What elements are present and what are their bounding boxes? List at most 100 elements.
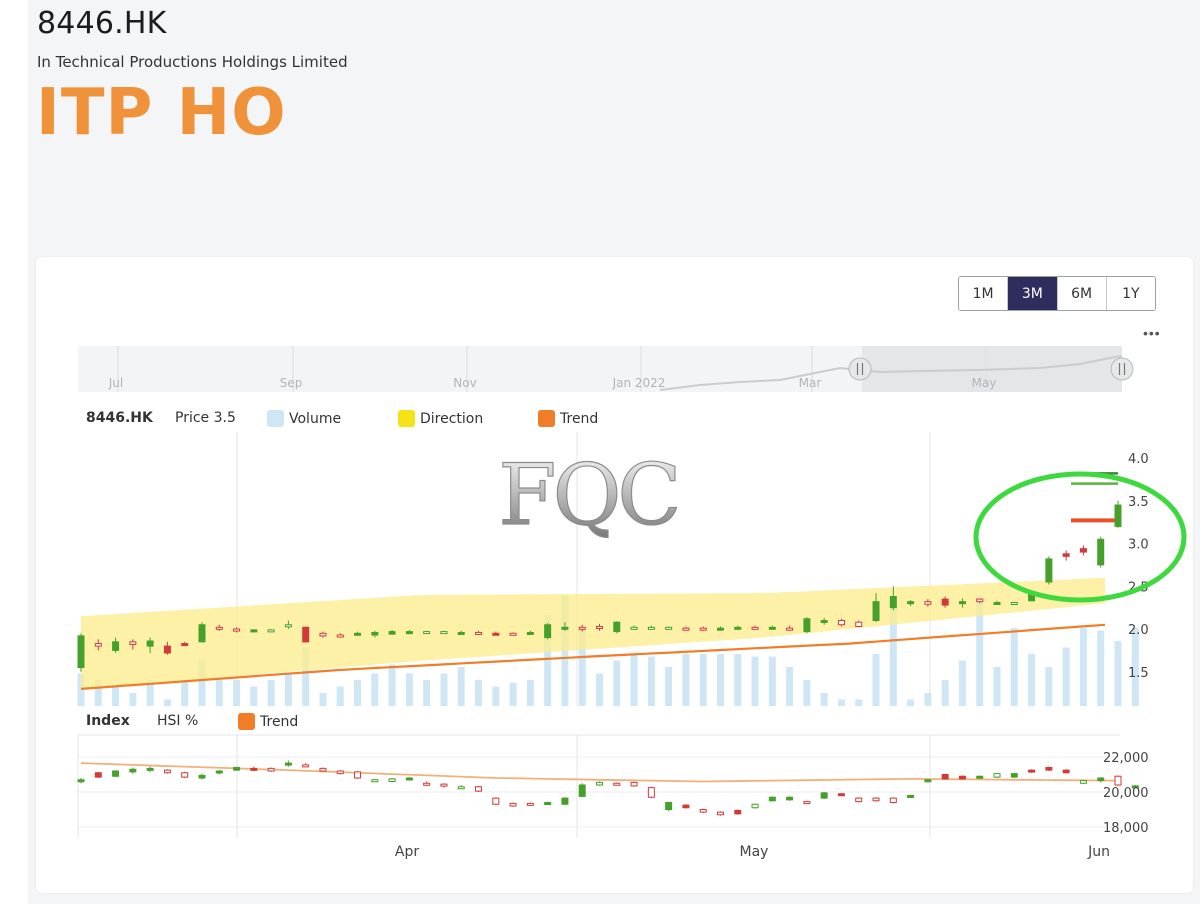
candlestick <box>336 770 344 775</box>
candlestick <box>440 783 448 788</box>
candlestick <box>94 771 102 778</box>
volume-bar <box>233 680 241 706</box>
candlestick <box>837 792 845 797</box>
candle-body <box>889 596 897 609</box>
candlestick <box>198 622 206 643</box>
candle-body <box>181 772 189 778</box>
volume-bar <box>336 686 344 706</box>
candle-body <box>1062 769 1070 774</box>
candle-body <box>837 619 845 626</box>
candle-body <box>146 767 154 771</box>
candle-body <box>665 802 673 810</box>
candlestick <box>1097 536 1105 568</box>
volume-bar <box>319 693 327 706</box>
candle-body <box>146 640 154 647</box>
candle-body <box>993 602 1001 606</box>
volume-bar <box>716 654 724 706</box>
candle-body <box>250 767 258 771</box>
volume-bar <box>924 693 932 706</box>
candle-body <box>768 626 776 630</box>
candle-body <box>405 631 413 635</box>
candle-body <box>233 628 241 632</box>
volume-bar <box>786 667 794 706</box>
candle-body <box>319 632 327 637</box>
volume-bar <box>371 673 379 706</box>
candle-body <box>630 626 638 630</box>
candle-body <box>1062 553 1070 557</box>
candle-body <box>976 775 984 779</box>
candlestick <box>319 767 327 772</box>
volume-bar <box>993 667 1001 706</box>
candle-body <box>682 627 690 631</box>
volume-bar <box>163 699 171 706</box>
volume-bar <box>803 680 811 706</box>
candle-body <box>699 627 707 631</box>
candlestick <box>492 797 500 806</box>
candle-body <box>77 635 85 669</box>
candle-body <box>267 767 275 772</box>
candlestick <box>1114 500 1122 529</box>
candle-body <box>94 772 102 778</box>
candlestick <box>889 797 897 804</box>
volume-bar <box>1062 647 1070 706</box>
candle-body <box>544 624 552 639</box>
candlestick <box>233 766 241 771</box>
candle-body <box>1028 769 1036 773</box>
candle-body <box>976 598 984 603</box>
candlestick <box>77 633 85 672</box>
candle-body <box>907 795 915 798</box>
volume-bar <box>596 673 603 706</box>
candle-body <box>665 626 673 630</box>
volume-bar <box>1114 641 1122 706</box>
direction-band <box>81 577 1105 689</box>
candle-body <box>1097 777 1105 782</box>
candle-body <box>872 797 880 802</box>
candlestick <box>354 771 362 779</box>
candle-body <box>319 767 327 772</box>
candlestick <box>371 778 379 783</box>
candlestick <box>267 767 275 772</box>
candle-body <box>647 626 655 630</box>
candle-body <box>475 786 483 792</box>
candle-body <box>112 770 120 777</box>
price-y-tick: 4.0 <box>1128 452 1149 467</box>
volume-bar <box>1045 667 1053 706</box>
index-grid <box>77 734 1120 838</box>
navigator-handle-right[interactable] <box>1110 357 1134 381</box>
candle-body <box>371 779 379 783</box>
navigator-label: Mar <box>799 376 822 390</box>
candlestick <box>907 794 915 798</box>
volume-bar <box>907 699 915 706</box>
candlestick <box>250 629 258 633</box>
candle-body <box>440 631 448 635</box>
candle-body <box>129 641 137 645</box>
candle-body <box>820 619 828 623</box>
volume-bar <box>820 693 828 706</box>
candle-body <box>613 621 621 633</box>
price-y-tick: 2.0 <box>1128 623 1149 638</box>
volume-bar <box>215 680 223 706</box>
candlestick <box>578 783 586 798</box>
candlestick <box>1010 601 1018 606</box>
candle-body <box>941 774 949 780</box>
candle-body <box>284 624 292 628</box>
candlestick <box>768 796 776 802</box>
fqc-watermark: FQC <box>498 446 677 544</box>
index-y-axis: 18,000 20,000 22,000 <box>1103 751 1149 836</box>
candle-body <box>181 643 189 647</box>
navigator-handle-left[interactable] <box>848 357 872 381</box>
candle-body <box>233 767 241 771</box>
candle-body <box>94 643 102 647</box>
candle-body <box>388 631 396 635</box>
candlestick <box>682 804 690 809</box>
candle-body <box>958 775 966 780</box>
x-axis-tick: Apr <box>395 844 419 860</box>
candle-body <box>837 793 845 797</box>
volume-bar <box>1097 630 1105 706</box>
volume-bar <box>1079 628 1087 706</box>
candle-body <box>509 632 517 636</box>
volume-bar <box>492 686 500 706</box>
candle-body <box>423 631 431 635</box>
candlestick <box>665 626 673 630</box>
volume-bar <box>699 654 707 706</box>
